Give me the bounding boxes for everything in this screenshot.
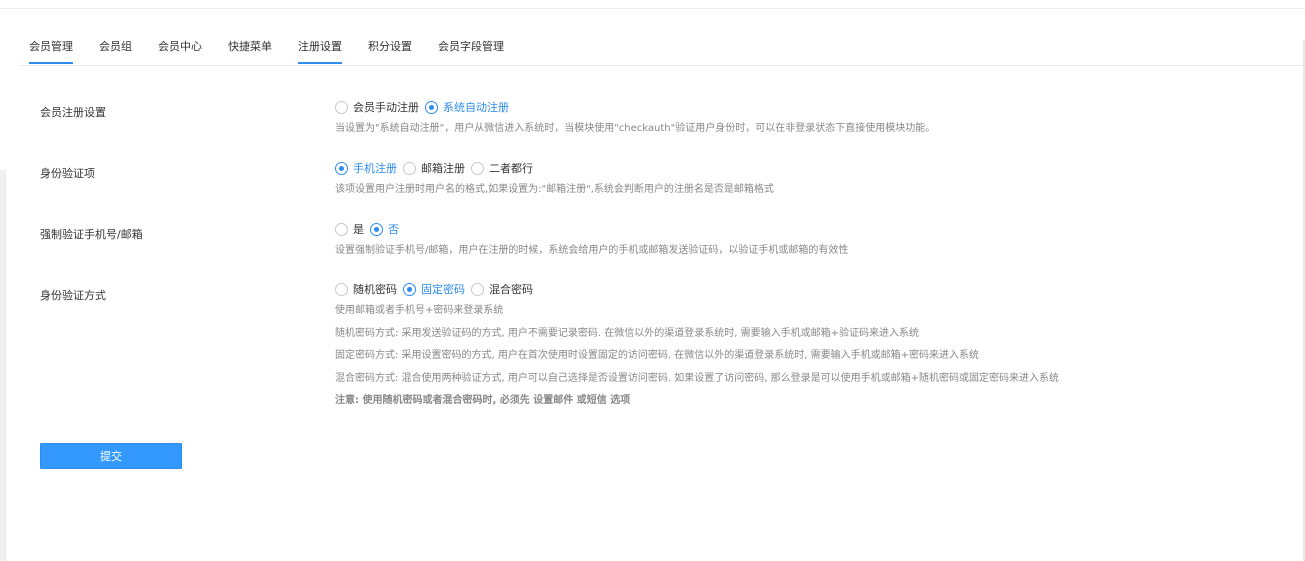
register-setting-label: 会员注册设置 <box>40 106 106 119</box>
force-verify-label: 强制验证手机号/邮箱 <box>40 228 143 241</box>
radio-manual-register[interactable]: 会员手动注册 <box>335 99 419 115</box>
radio-email-register[interactable]: 邮箱注册 <box>403 160 465 176</box>
radio-auto-register[interactable]: 系统自动注册 <box>425 99 509 115</box>
verify-help-line: 混合密码方式: 混合使用两种验证方式, 用户可以自己选择是否设置访问密码. 如果… <box>335 372 1059 384</box>
verify-method-body: 随机密码 固定密码 混合密码 使用邮箱或者手机号+密码来登录系统 随机密码方式:… <box>335 280 1059 413</box>
verify-note: 注意: 使用随机密码或者混合密码时, 必须先 设置邮件 或短信 选项 <box>335 395 631 406</box>
radio-checked-icon <box>335 161 348 175</box>
tab-member-group[interactable]: 会员组 <box>99 32 132 65</box>
verify-method-help: 使用邮箱或者手机号+密码来登录系统 随机密码方式: 采用发送验证码的方式, 用户… <box>335 300 1059 413</box>
tab-member-manage[interactable]: 会员管理 <box>29 32 73 65</box>
verify-help-line: 使用邮箱或者手机号+密码来登录系统 <box>335 305 504 316</box>
tab-credit-settings[interactable]: 积分设置 <box>368 32 412 65</box>
radio-force-yes[interactable]: 是 <box>335 221 364 237</box>
identity-help-text: 该项设置用户注册时用户名的格式,如果设置为:"邮箱注册",系统会判断用户的注册名… <box>335 184 774 195</box>
radio-label: 是 <box>353 223 364 236</box>
tab-quick-menu[interactable]: 快捷菜单 <box>228 32 272 65</box>
radio-label: 否 <box>388 223 399 236</box>
radio-both-register[interactable]: 二者都行 <box>471 160 533 176</box>
register-radio-group: 会员手动注册 系统自动注册 <box>335 98 935 116</box>
radio-checked-icon <box>425 100 438 114</box>
identity-radio-group: 手机注册 邮箱注册 二者都行 <box>335 159 774 177</box>
left-scroll-strip <box>0 170 6 561</box>
radio-label: 手机注册 <box>353 162 397 175</box>
radio-label: 系统自动注册 <box>443 101 509 114</box>
tab-member-center[interactable]: 会员中心 <box>158 32 202 65</box>
top-divider <box>0 8 1305 9</box>
radio-label: 二者都行 <box>489 162 533 175</box>
force-verify-help-text: 设置强制验证手机号/邮箱，用户在注册的时候，系统会给用户的手机或邮箱发送验证码，… <box>335 245 849 256</box>
radio-circle-icon <box>471 161 484 175</box>
verify-method-radio-group: 随机密码 固定密码 混合密码 <box>335 280 1059 298</box>
radio-mixed-password[interactable]: 混合密码 <box>471 281 533 297</box>
radio-checked-icon <box>403 282 416 296</box>
verify-help-line: 固定密码方式: 采用设置密码的方式, 用户在首次使用时设置固定的访问密码. 在微… <box>335 350 979 361</box>
radio-label: 会员手动注册 <box>353 101 419 114</box>
radio-label: 固定密码 <box>421 283 465 296</box>
radio-label: 邮箱注册 <box>421 162 465 175</box>
radio-circle-icon <box>335 282 348 296</box>
submit-button[interactable]: 提交 <box>40 443 182 469</box>
radio-circle-icon <box>471 282 484 296</box>
radio-circle-icon <box>403 161 416 175</box>
force-verify-radio-group: 是 否 <box>335 220 848 238</box>
tab-register-settings[interactable]: 注册设置 <box>298 32 342 65</box>
identity-item-label: 身份验证项 <box>40 167 95 180</box>
radio-force-no[interactable]: 否 <box>370 221 399 237</box>
radio-circle-icon <box>335 222 348 236</box>
radio-circle-icon <box>335 100 348 114</box>
radio-phone-register[interactable]: 手机注册 <box>335 160 397 176</box>
tabs-divider <box>20 65 1303 66</box>
radio-label: 随机密码 <box>353 283 397 296</box>
radio-label: 混合密码 <box>489 283 533 296</box>
register-setting-body: 会员手动注册 系统自动注册 当设置为"系统自动注册"，用户从微信进入系统时，当模… <box>335 98 935 141</box>
verify-help-line: 随机密码方式: 采用发送验证码的方式, 用户不需要记录密码. 在微信以外的渠道登… <box>335 327 919 339</box>
radio-checked-icon <box>370 222 383 236</box>
register-help-text: 当设置为"系统自动注册"，用户从微信进入系统时，当模块使用"checkauth"… <box>335 123 936 134</box>
member-tabs: 会员管理 会员组 会员中心 快捷菜单 注册设置 积分设置 会员字段管理 <box>29 32 530 65</box>
force-verify-body: 是 否 设置强制验证手机号/邮箱，用户在注册的时候，系统会给用户的手机或邮箱发送… <box>335 220 848 263</box>
verify-method-label: 身份验证方式 <box>40 289 106 302</box>
radio-random-password[interactable]: 随机密码 <box>335 281 397 297</box>
radio-fixed-password[interactable]: 固定密码 <box>403 281 465 297</box>
tab-member-fields[interactable]: 会员字段管理 <box>438 32 504 65</box>
identity-item-body: 手机注册 邮箱注册 二者都行 该项设置用户注册时用户名的格式,如果设置为:"邮箱… <box>335 159 774 202</box>
